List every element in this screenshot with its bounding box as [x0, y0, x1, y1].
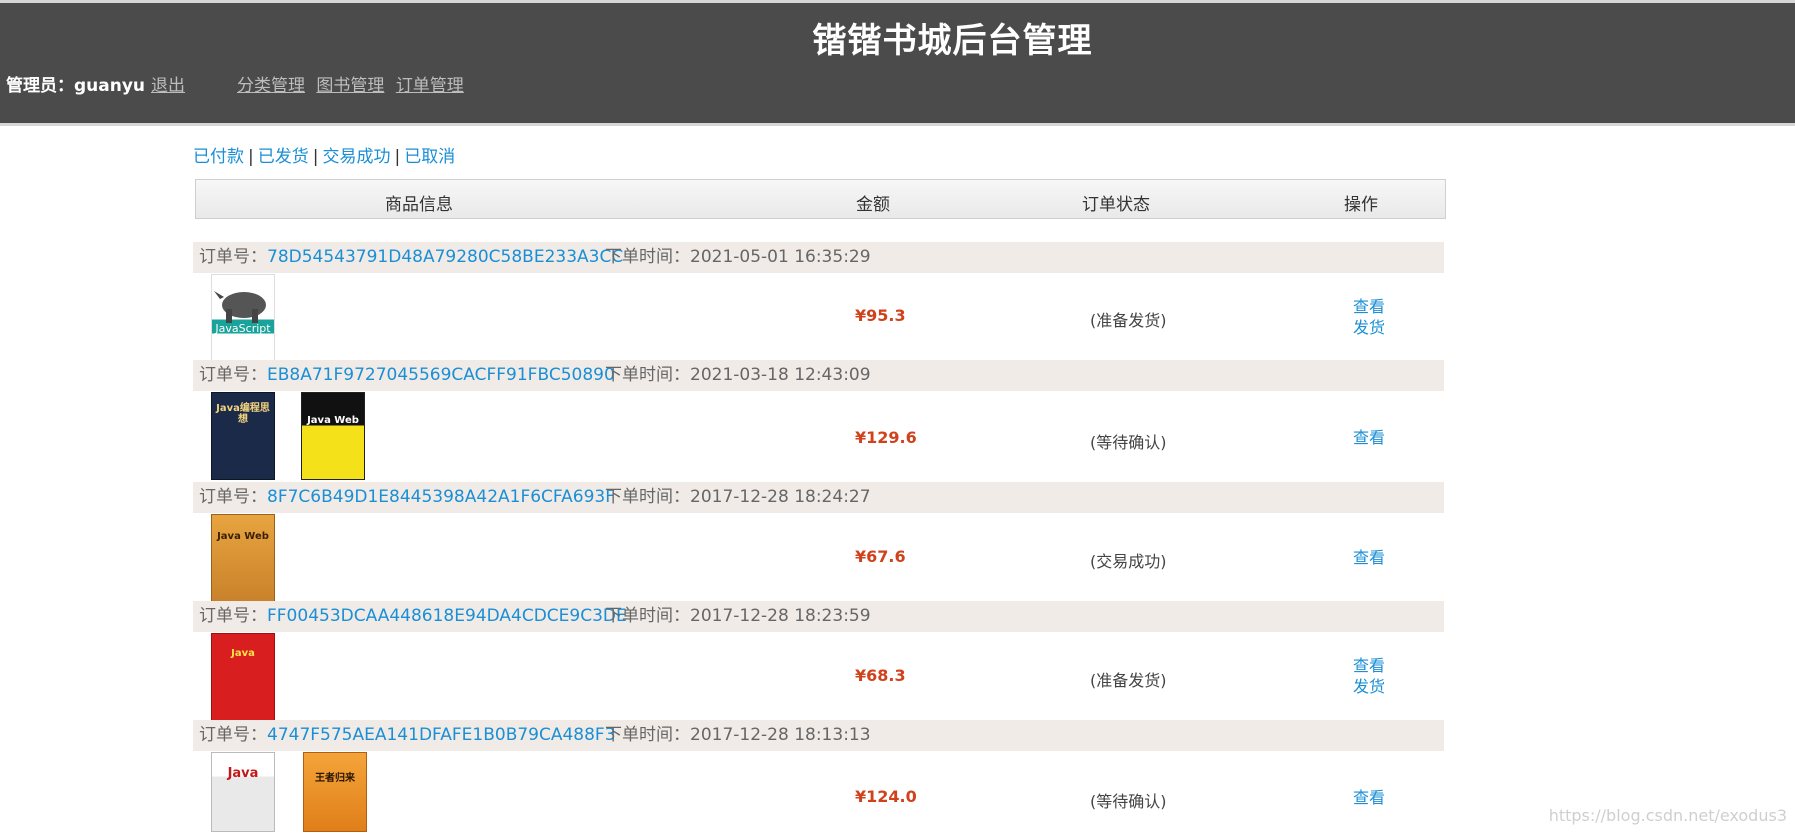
view-order-link[interactable]: 查看 [1353, 427, 1385, 448]
order-id-link[interactable]: 8F7C6B49D1E8445398A42A1F6CFA693F [267, 487, 615, 507]
nav-book-management[interactable]: 图书管理 [316, 76, 384, 96]
order-status: (等待确认) [1090, 792, 1167, 811]
order-time-label: 下单时间： [605, 725, 690, 745]
order-no-label: 订单号： [199, 247, 267, 267]
rhino-illustration [214, 291, 266, 323]
admin-label: 管理员：guanyu [6, 76, 146, 96]
cover-title: Java Web [217, 531, 269, 542]
header-bar: 锴锴书城后台管理 管理员：guanyu 退出 分类管理 图书管理 订单管理 [0, 0, 1795, 126]
ship-order-link[interactable]: 发货 [1353, 676, 1385, 697]
order-actions: 查看 [1353, 787, 1385, 808]
cover-title: Java [227, 766, 259, 781]
book-cover[interactable]: 王者归来 [303, 752, 367, 832]
order-actions: 查看 发货 [1353, 655, 1385, 697]
book-cover[interactable]: Java [211, 752, 275, 832]
cover-title: Java编程思想 [216, 403, 270, 425]
order-row: 订单号：8F7C6B49D1E8445398A42A1F6CFA693F 下单时… [193, 482, 1444, 602]
order-row: 订单号：4747F575AEA141DFAFE1B0B79CA488F3 下单时… [193, 720, 1444, 834]
order-time-label: 下单时间： [605, 487, 690, 507]
nav-category-management[interactable]: 分类管理 [237, 76, 305, 96]
view-order-link[interactable]: 查看 [1353, 547, 1385, 568]
separator: | [394, 147, 401, 167]
order-actions: 查看 [1353, 547, 1385, 568]
order-time: 2017-12-28 18:13:13 [690, 725, 871, 745]
order-amount: ¥129.6 [855, 428, 917, 447]
order-status: (等待确认) [1090, 433, 1167, 452]
order-no-label: 订单号： [199, 606, 267, 626]
order-amount: ¥68.3 [855, 666, 906, 685]
order-actions: 查看 发货 [1353, 296, 1385, 338]
order-time: 2021-05-01 16:35:29 [690, 247, 871, 267]
filter-paid[interactable]: 已付款 [193, 147, 244, 167]
order-id-link[interactable]: EB8A71F9727045569CACFF91FBC50890 [267, 365, 615, 385]
order-status-filters: 已付款 | 已发货 | 交易成功 | 已取消 [193, 142, 455, 167]
separator: | [312, 147, 319, 167]
order-no-label: 订单号： [199, 487, 267, 507]
view-order-link[interactable]: 查看 [1353, 655, 1385, 676]
filter-shipped[interactable]: 已发货 [258, 147, 309, 167]
col-order-status: 订单状态 [1082, 195, 1150, 215]
order-amount: ¥124.0 [855, 787, 917, 806]
table-header: 商品信息 金额 订单状态 操作 [195, 179, 1446, 219]
view-order-link[interactable]: 查看 [1353, 296, 1385, 317]
order-time: 2017-12-28 18:23:59 [690, 606, 871, 626]
ship-order-link[interactable]: 发货 [1353, 317, 1385, 338]
nav-order-management[interactable]: 订单管理 [396, 76, 464, 96]
logout-link[interactable]: 退出 [151, 76, 185, 96]
cover-title: JavaScript [215, 322, 271, 335]
order-no-label: 订单号： [199, 365, 267, 385]
col-amount: 金额 [856, 195, 890, 215]
order-id-link[interactable]: 4747F575AEA141DFAFE1B0B79CA488F3 [267, 725, 616, 745]
order-time-label: 下单时间： [605, 365, 690, 385]
order-row: 订单号：78D54543791D48A79280C58BE233A3CC 下单时… [193, 242, 1444, 362]
order-amount: ¥67.6 [855, 547, 906, 566]
order-no-label: 订单号： [199, 725, 267, 745]
book-cover[interactable]: Java Web [301, 392, 365, 480]
cover-title: 王者归来 [315, 773, 355, 784]
cover-title: Java Web [307, 415, 359, 426]
view-order-link[interactable]: 查看 [1353, 787, 1385, 808]
order-header: 订单号：EB8A71F9727045569CACFF91FBC50890 下单时… [193, 360, 1444, 391]
order-time-label: 下单时间： [605, 606, 690, 626]
admin-info: 管理员：guanyu 退出 [6, 71, 185, 96]
order-amount: ¥95.3 [855, 306, 906, 325]
col-product-info: 商品信息 [385, 195, 453, 215]
book-cover[interactable]: Java Web [211, 514, 275, 602]
book-cover[interactable]: Java编程思想 [211, 392, 275, 480]
order-header: 订单号：78D54543791D48A79280C58BE233A3CC 下单时… [193, 242, 1444, 273]
book-cover[interactable]: Java [211, 633, 275, 721]
filter-cancelled[interactable]: 已取消 [404, 147, 455, 167]
order-status: (交易成功) [1090, 552, 1167, 571]
order-id-link[interactable]: FF00453DCAA448618E94DA4CDCE9C3DE [267, 606, 627, 626]
order-actions: 查看 [1353, 427, 1385, 448]
order-header: 订单号：FF00453DCAA448618E94DA4CDCE9C3DE 下单时… [193, 601, 1444, 632]
filter-completed[interactable]: 交易成功 [322, 147, 390, 167]
page-title: 锴锴书城后台管理 [812, 21, 1093, 61]
order-row: 订单号：EB8A71F9727045569CACFF91FBC50890 下单时… [193, 360, 1444, 481]
book-cover[interactable]: JavaScript [211, 274, 275, 362]
admin-nav: 分类管理 图书管理 订单管理 [237, 71, 470, 96]
watermark: https://blog.csdn.net/exodus3 [1548, 806, 1787, 825]
order-time: 2017-12-28 18:24:27 [690, 487, 871, 507]
order-time: 2021-03-18 12:43:09 [690, 365, 871, 385]
order-id-link[interactable]: 78D54543791D48A79280C58BE233A3CC [267, 247, 623, 267]
order-row: 订单号：FF00453DCAA448618E94DA4CDCE9C3DE 下单时… [193, 601, 1444, 721]
separator: | [248, 147, 254, 167]
order-header: 订单号：4747F575AEA141DFAFE1B0B79CA488F3 下单时… [193, 720, 1444, 751]
order-status: (准备发货) [1090, 311, 1167, 330]
order-header: 订单号：8F7C6B49D1E8445398A42A1F6CFA693F 下单时… [193, 482, 1444, 513]
order-time-label: 下单时间： [605, 247, 690, 267]
col-actions: 操作 [1344, 195, 1378, 215]
cover-title: Java [231, 648, 255, 659]
order-status: (准备发货) [1090, 671, 1167, 690]
